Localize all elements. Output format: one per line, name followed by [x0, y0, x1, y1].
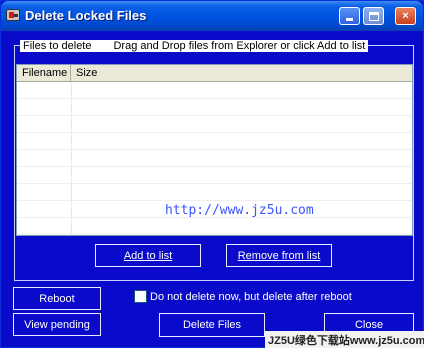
- group-label: Files to delete: [23, 40, 92, 52]
- view-pending-button[interactable]: View pending: [13, 313, 101, 336]
- window-title: Delete Locked Files: [25, 8, 147, 23]
- empty-row: [17, 99, 412, 116]
- title-bar[interactable]: Delete Locked Files ×: [1, 1, 423, 31]
- empty-row: [17, 184, 412, 201]
- watermark-url: http://www.jz5u.com: [165, 203, 314, 218]
- empty-row: [17, 82, 412, 99]
- add-to-list-label: Add to list: [123, 249, 173, 262]
- app-icon: [6, 9, 20, 21]
- delete-after-reboot-checkbox[interactable]: [134, 290, 147, 303]
- delete-files-button[interactable]: Delete Files: [159, 313, 265, 337]
- empty-row: [17, 167, 412, 184]
- files-to-delete-group: Files to delete Drag and Drop files from…: [14, 40, 414, 281]
- empty-row: [17, 116, 412, 133]
- remove-from-list-button[interactable]: Remove from list: [226, 244, 332, 267]
- add-to-list-button[interactable]: Add to list: [95, 244, 201, 267]
- remove-from-list-label: Remove from list: [237, 249, 321, 262]
- column-header-size[interactable]: Size: [71, 65, 412, 81]
- minimize-button[interactable]: [339, 7, 360, 25]
- list-header: Filename Size: [17, 65, 412, 82]
- main-window: Delete Locked Files × Files to delete Dr…: [0, 0, 424, 348]
- column-header-filename[interactable]: Filename: [17, 65, 71, 81]
- reboot-button[interactable]: Reboot: [13, 287, 101, 310]
- delete-files-label: Delete Files: [182, 319, 242, 331]
- maximize-icon: [368, 11, 379, 21]
- minimize-icon: [346, 18, 353, 21]
- group-legend: Files to delete Drag and Drop files from…: [20, 40, 369, 52]
- footer-watermark: JZ5U绿色下载站www.jz5u.com: [265, 331, 424, 348]
- reboot-label: Reboot: [39, 292, 75, 305]
- empty-row: [17, 218, 412, 235]
- view-pending-label: View pending: [24, 318, 90, 331]
- delete-after-reboot-option[interactable]: Do not delete now, but delete after rebo…: [134, 290, 352, 303]
- close-icon: ×: [402, 10, 409, 22]
- group-hint: Drag and Drop files from Explorer or cli…: [113, 40, 366, 52]
- empty-row: [17, 150, 412, 167]
- empty-row: [17, 133, 412, 150]
- close-label: Close: [354, 319, 384, 331]
- delete-after-reboot-label: Do not delete now, but delete after rebo…: [150, 290, 352, 303]
- maximize-button[interactable]: [363, 7, 384, 25]
- close-window-button[interactable]: ×: [395, 7, 416, 25]
